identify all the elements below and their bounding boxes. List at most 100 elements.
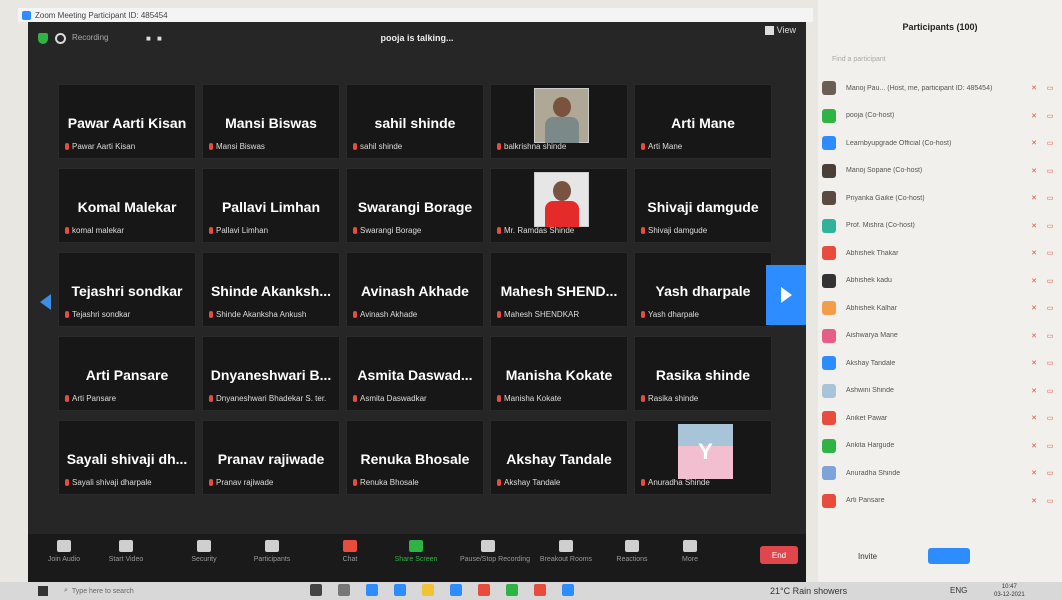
participant-video-tile[interactable]: Shinde Akanksh... Shinde Akanksha Ankush xyxy=(202,252,340,327)
video-off-icon[interactable]: ▭ xyxy=(1042,469,1058,477)
participant-list-item[interactable]: Manoj Sopane (Co-host) ✕ ▭ xyxy=(822,163,1058,179)
participants-button[interactable]: Participants xyxy=(244,540,300,563)
muted-mic-icon[interactable]: ✕ xyxy=(1026,332,1042,340)
video-off-icon[interactable]: ▭ xyxy=(1042,497,1058,505)
video-off-icon[interactable]: ▭ xyxy=(1042,222,1058,230)
shield-button[interactable]: Security xyxy=(176,540,232,563)
participant-video-tile[interactable]: Shivaji damgude Shivaji damgude xyxy=(634,168,772,243)
participant-video-tile[interactable]: sahil shinde sahil shinde xyxy=(346,84,484,159)
participant-list-item[interactable]: Abhishek Thakar ✕ ▭ xyxy=(822,245,1058,261)
muted-mic-icon[interactable]: ✕ xyxy=(1026,222,1042,230)
pause-button[interactable]: Pause/Stop Recording xyxy=(460,540,530,563)
participant-video-tile[interactable]: Mansi Biswas Mansi Biswas xyxy=(202,84,340,159)
video-off-icon[interactable]: ▭ xyxy=(1042,139,1058,147)
participant-list-item[interactable]: Anuradha Shinde ✕ ▭ xyxy=(822,465,1058,481)
muted-mic-icon[interactable]: ✕ xyxy=(1026,277,1042,285)
participant-video-tile[interactable]: Arti Mane Arti Mane xyxy=(634,84,772,159)
taskbar-search-input[interactable]: ⌕ Type here to search xyxy=(64,584,264,598)
video-off-icon[interactable]: ▭ xyxy=(1042,194,1058,202)
share-screen-button[interactable]: Share Screen xyxy=(388,540,444,563)
participant-list-item[interactable]: Arti Pansare ✕ ▭ xyxy=(822,493,1058,509)
video-off-icon[interactable]: ▭ xyxy=(1042,277,1058,285)
mute-all-button[interactable] xyxy=(928,548,970,564)
participant-list-item[interactable]: Abhishek Kalhar ✕ ▭ xyxy=(822,300,1058,316)
participant-list-item[interactable]: Ashwini Shinde ✕ ▭ xyxy=(822,383,1058,399)
video-off-icon[interactable]: ▭ xyxy=(1042,249,1058,257)
muted-mic-icon[interactable]: ✕ xyxy=(1026,304,1042,312)
participant-video-tile[interactable]: Akshay Tandale Akshay Tandale xyxy=(490,420,628,495)
participant-video-tile[interactable]: Dnyaneshwari B... Dnyaneshwari Bhadekar S… xyxy=(202,336,340,411)
participant-list-item[interactable]: Priyanka Gaike (Co-host) ✕ ▭ xyxy=(822,190,1058,206)
participant-video-tile[interactable]: Yash dharpale Yash dharpale xyxy=(634,252,772,327)
muted-mic-icon[interactable]: ✕ xyxy=(1026,84,1042,92)
participant-video-tile[interactable]: Pawar Aarti Kisan Pawar Aarti Kisan xyxy=(58,84,196,159)
participant-video-tile[interactable]: Pranav rajiwade Pranav rajiwade xyxy=(202,420,340,495)
participant-video-tile[interactable]: Sayali shivaji dh... Sayali shivaji dharp… xyxy=(58,420,196,495)
end-meeting-button[interactable]: End xyxy=(760,546,798,564)
participant-video-tile[interactable]: Rasika shinde Rasika shinde xyxy=(634,336,772,411)
participant-video-tile[interactable]: Mr. Ramdas Shinde xyxy=(490,168,628,243)
video-off-icon[interactable]: ▭ xyxy=(1042,84,1058,92)
participant-video-tile[interactable]: Renuka Bhosale Renuka Bhosale xyxy=(346,420,484,495)
muted-mic-icon[interactable]: ✕ xyxy=(1026,249,1042,257)
mail-icon[interactable] xyxy=(562,584,574,596)
weather-widget[interactable]: 21°C Rain showers xyxy=(770,586,847,596)
muted-mic-icon[interactable]: ✕ xyxy=(1026,167,1042,175)
video-off-icon[interactable]: ▭ xyxy=(1042,112,1058,120)
muted-mic-icon[interactable]: ✕ xyxy=(1026,497,1042,505)
view-button[interactable]: View xyxy=(764,25,796,35)
system-clock[interactable]: 10:47 03-12-2021 xyxy=(994,583,1025,599)
muted-mic-icon[interactable]: ✕ xyxy=(1026,387,1042,395)
store-icon[interactable] xyxy=(394,584,406,596)
smile-button[interactable]: Reactions xyxy=(604,540,660,563)
invite-button[interactable]: Invite xyxy=(858,552,877,561)
participant-video-tile[interactable]: Komal Malekar komal malekar xyxy=(58,168,196,243)
participant-video-tile[interactable]: Manisha Kokate Manisha Kokate xyxy=(490,336,628,411)
chrome-icon[interactable] xyxy=(478,584,490,596)
chat-button[interactable]: Chat xyxy=(322,540,378,563)
video-off-icon[interactable]: ▭ xyxy=(1042,332,1058,340)
cortana-icon[interactable] xyxy=(310,584,322,596)
participant-video-tile[interactable]: Swarangi Borage Swarangi Borage xyxy=(346,168,484,243)
app-icon-2[interactable] xyxy=(534,584,546,596)
muted-mic-icon[interactable]: ✕ xyxy=(1026,442,1042,450)
video-off-icon[interactable]: ▭ xyxy=(1042,442,1058,450)
next-page-button[interactable] xyxy=(766,265,806,325)
grid-button[interactable]: Breakout Rooms xyxy=(538,540,594,563)
participant-video-tile[interactable]: Asmita Daswad... Asmita Daswadkar xyxy=(346,336,484,411)
muted-mic-icon[interactable]: ✕ xyxy=(1026,469,1042,477)
participant-video-tile[interactable]: Pallavi Limhan Pallavi Limhan xyxy=(202,168,340,243)
participant-video-tile[interactable]: Mahesh SHEND... Mahesh SHENDKAR xyxy=(490,252,628,327)
edge-icon[interactable] xyxy=(366,584,378,596)
participant-video-tile[interactable]: balkrishna shinde xyxy=(490,84,628,159)
video-off-icon[interactable]: ▭ xyxy=(1042,414,1058,422)
file-explorer-icon[interactable] xyxy=(422,584,434,596)
participant-video-tile[interactable]: Avinash Akhade Avinash Akhade xyxy=(346,252,484,327)
video-off-icon[interactable]: ▭ xyxy=(1042,359,1058,367)
participant-list-item[interactable]: Akshay Tandale ✕ ▭ xyxy=(822,355,1058,371)
participant-video-tile[interactable]: Y Anuradha Shinde xyxy=(634,420,772,495)
participant-list-item[interactable]: Prof. Mishra (Co-host) ✕ ▭ xyxy=(822,218,1058,234)
participant-list-item[interactable]: Abhishek kadu ✕ ▭ xyxy=(822,273,1058,289)
muted-mic-icon[interactable]: ✕ xyxy=(1026,359,1042,367)
zoom-taskbar-icon[interactable] xyxy=(450,584,462,596)
muted-mic-icon[interactable]: ✕ xyxy=(1026,112,1042,120)
muted-mic-icon[interactable]: ✕ xyxy=(1026,194,1042,202)
windows-start-icon[interactable] xyxy=(38,586,48,596)
video-off-icon[interactable]: ▭ xyxy=(1042,387,1058,395)
prev-page-arrow[interactable] xyxy=(40,294,51,310)
muted-mic-icon[interactable]: ✕ xyxy=(1026,414,1042,422)
app-icon[interactable] xyxy=(506,584,518,596)
more-button[interactable]: More xyxy=(662,540,718,563)
participant-list-item[interactable]: Ankita Hargude ✕ ▭ xyxy=(822,438,1058,454)
muted-mic-icon[interactable]: ✕ xyxy=(1026,139,1042,147)
task-view-icon[interactable] xyxy=(338,584,350,596)
participant-list-item[interactable]: Aniket Pawar ✕ ▭ xyxy=(822,410,1058,426)
participant-list-item[interactable]: Manoj Pau... (Host, me, participant ID: … xyxy=(822,80,1058,96)
video-button[interactable]: Start Video xyxy=(98,540,154,563)
participant-search-input[interactable]: Find a participant xyxy=(832,56,886,63)
participant-list-item[interactable]: Aishwarya Mane ✕ ▭ xyxy=(822,328,1058,344)
headphone-button[interactable]: Join Audio xyxy=(36,540,92,563)
participant-video-tile[interactable]: Arti Pansare Arti Pansare xyxy=(58,336,196,411)
participant-list-item[interactable]: pooja (Co-host) ✕ ▭ xyxy=(822,108,1058,124)
